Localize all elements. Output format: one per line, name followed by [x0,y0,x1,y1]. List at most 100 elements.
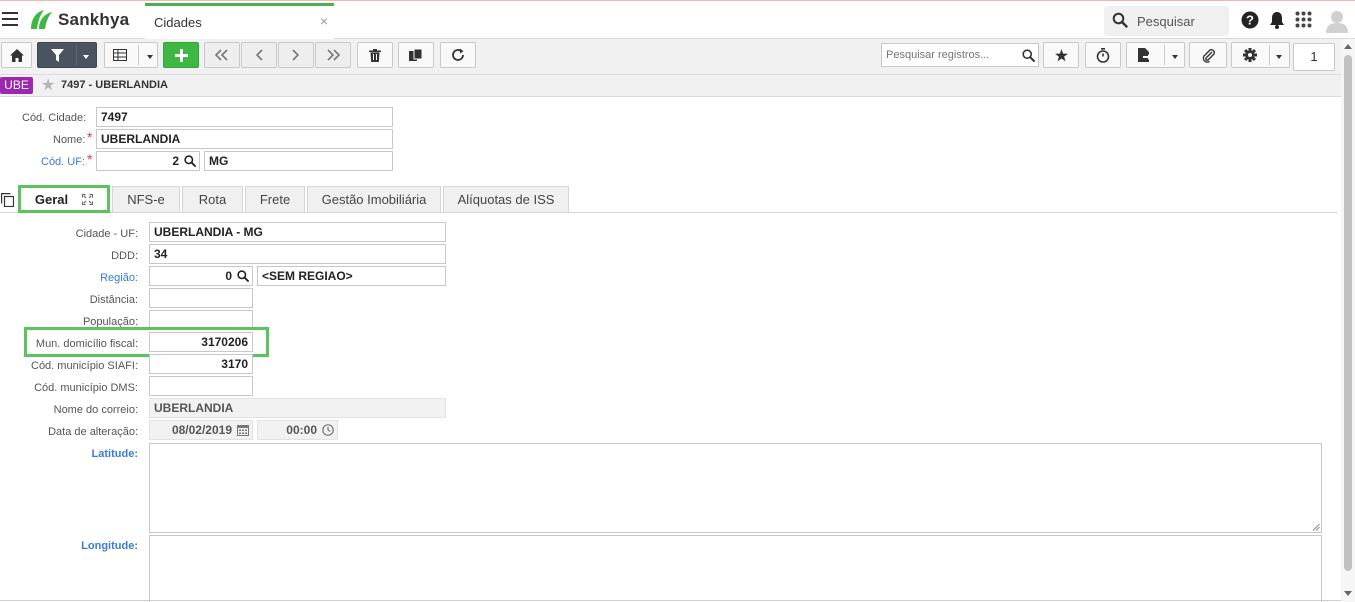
cidade-uf-label: Cidade - UF: [75,228,138,240]
chevron-down-icon[interactable] [147,55,153,59]
record-search-input[interactable] [882,44,1017,66]
data-alteracao-time-field: 00:00 [257,420,338,440]
dms-field[interactable] [149,376,253,396]
user-avatar-icon[interactable] [1325,9,1349,33]
first-record-icon [215,49,228,61]
chevron-down-icon[interactable] [83,55,89,59]
tab-cidades[interactable]: Cidades × [145,3,334,39]
clock-icon[interactable] [322,424,334,436]
regiao-code-value: 0 [225,269,232,283]
first-record-button[interactable] [204,42,240,68]
cod-uf-field[interactable]: 2 [96,151,200,171]
resize-grip-icon[interactable] [1312,523,1320,531]
tab-frete[interactable]: Frete [245,186,305,212]
regiao-code-field[interactable]: 0 [149,266,253,286]
help-icon[interactable]: ? [1241,11,1259,29]
page-number[interactable]: 1 [1293,43,1335,71]
cod-uf-label[interactable]: Cód. UF: [41,156,85,168]
search-icon[interactable] [1022,49,1035,62]
next-record-icon [292,49,300,61]
tab-bar: Geral NFS-e Rota Frete Gestão Imobiliári… [0,186,1341,212]
calendar-icon[interactable] [237,424,249,436]
chevron-down-icon[interactable] [1172,55,1178,59]
brand-name: Sankhya [58,10,130,29]
global-search-placeholder: Pesquisar [1137,14,1195,29]
uf-description-field[interactable]: MG [204,151,393,171]
regiao-label[interactable]: Região: [100,272,138,284]
data-alteracao-label: Data de alteração: [48,426,138,438]
regiao-desc-field[interactable]: <SEM REGIAO> [257,266,446,286]
longitude-textarea[interactable] [149,535,1322,602]
tab-gestao-imobiliaria[interactable]: Gestão Imobiliária [307,186,441,212]
nome-field[interactable]: UBERLANDIA [96,129,393,149]
data-alteracao-date-field: 08/02/2019 [149,420,253,440]
trash-icon [369,48,381,62]
search-icon[interactable] [184,155,196,167]
cidade-uf-field[interactable]: UBERLANDIA - MG [149,222,446,242]
data-alteracao-time: 00:00 [286,423,317,437]
tab-cidades-label: Cidades [154,15,202,30]
global-search[interactable]: Pesquisar [1104,6,1229,36]
ddd-label: DDD: [111,250,138,262]
record-search[interactable] [881,43,1039,67]
refresh-button[interactable] [440,42,476,68]
distancia-field[interactable] [149,288,253,308]
add-record-button[interactable] [163,42,199,68]
brand-logo[interactable]: Sankhya [28,8,129,32]
siafi-field[interactable]: 3170 [149,354,253,374]
prev-record-button[interactable] [241,42,277,68]
filter-icon [51,48,64,62]
settings-button[interactable] [1231,42,1290,68]
plus-icon [174,48,188,62]
delete-button[interactable] [357,42,393,68]
vertical-scrollbar[interactable] [1341,39,1355,602]
duplicate-button[interactable] [398,42,434,68]
home-button[interactable] [1,42,32,68]
svg-text:?: ? [1246,13,1254,28]
search-icon[interactable] [237,270,249,282]
refresh-icon [452,48,464,61]
cod-cidade-label: Cód. Cidade: [22,112,87,124]
view-mode-button[interactable] [104,42,158,68]
last-record-button[interactable] [315,42,351,68]
export-button[interactable] [1126,42,1185,68]
next-record-button[interactable] [278,42,314,68]
gear-icon [1243,48,1257,62]
apps-grid-icon[interactable] [1295,11,1312,28]
bottom-border [0,600,1341,601]
tab-rota[interactable]: Rota [182,186,243,212]
sankhya-logo-icon [31,10,52,29]
siafi-label: Cód. município SIAFI: [31,360,138,372]
correio-field: UBERLANDIA [149,398,446,418]
dms-label: Cód. município DMS: [34,382,138,394]
chevron-down-icon[interactable] [1276,55,1282,59]
home-icon [9,48,24,62]
close-icon[interactable]: × [320,13,328,29]
favorite-button[interactable] [1043,42,1079,68]
scrollbar-thumb[interactable] [1344,55,1352,571]
correio-label: Nome do correio: [53,404,138,416]
search-icon [1112,12,1128,28]
ddd-field[interactable]: 34 [149,244,446,264]
paperclip-icon [1202,48,1215,63]
filter-button[interactable] [37,42,97,68]
tab-aliquotas-iss[interactable]: Alíquotas de ISS [443,186,569,212]
timer-button[interactable] [1085,42,1121,68]
data-alteracao-date: 08/02/2019 [171,423,232,437]
required-mark: * [87,129,93,145]
favorite-star-icon [1054,48,1068,61]
scroll-up-icon[interactable] [1344,44,1352,49]
latitude-textarea[interactable] [149,443,1322,533]
menu-icon[interactable] [2,12,18,26]
attachments-button[interactable] [1189,42,1227,68]
distancia-label: Distância: [89,294,138,306]
scroll-down-icon[interactable] [1344,591,1352,596]
cod-cidade-field[interactable]: 7497 [96,107,393,127]
record-title: 7497 - UBERLANDIA [61,79,168,91]
latitude-label: Latitude: [91,448,138,460]
star-icon[interactable]: ★ [41,75,55,95]
tab-nfse[interactable]: NFS-e [112,186,180,212]
toolbar [0,39,1341,75]
longitude-label: Longitude: [81,540,138,552]
bell-icon[interactable] [1269,11,1285,29]
